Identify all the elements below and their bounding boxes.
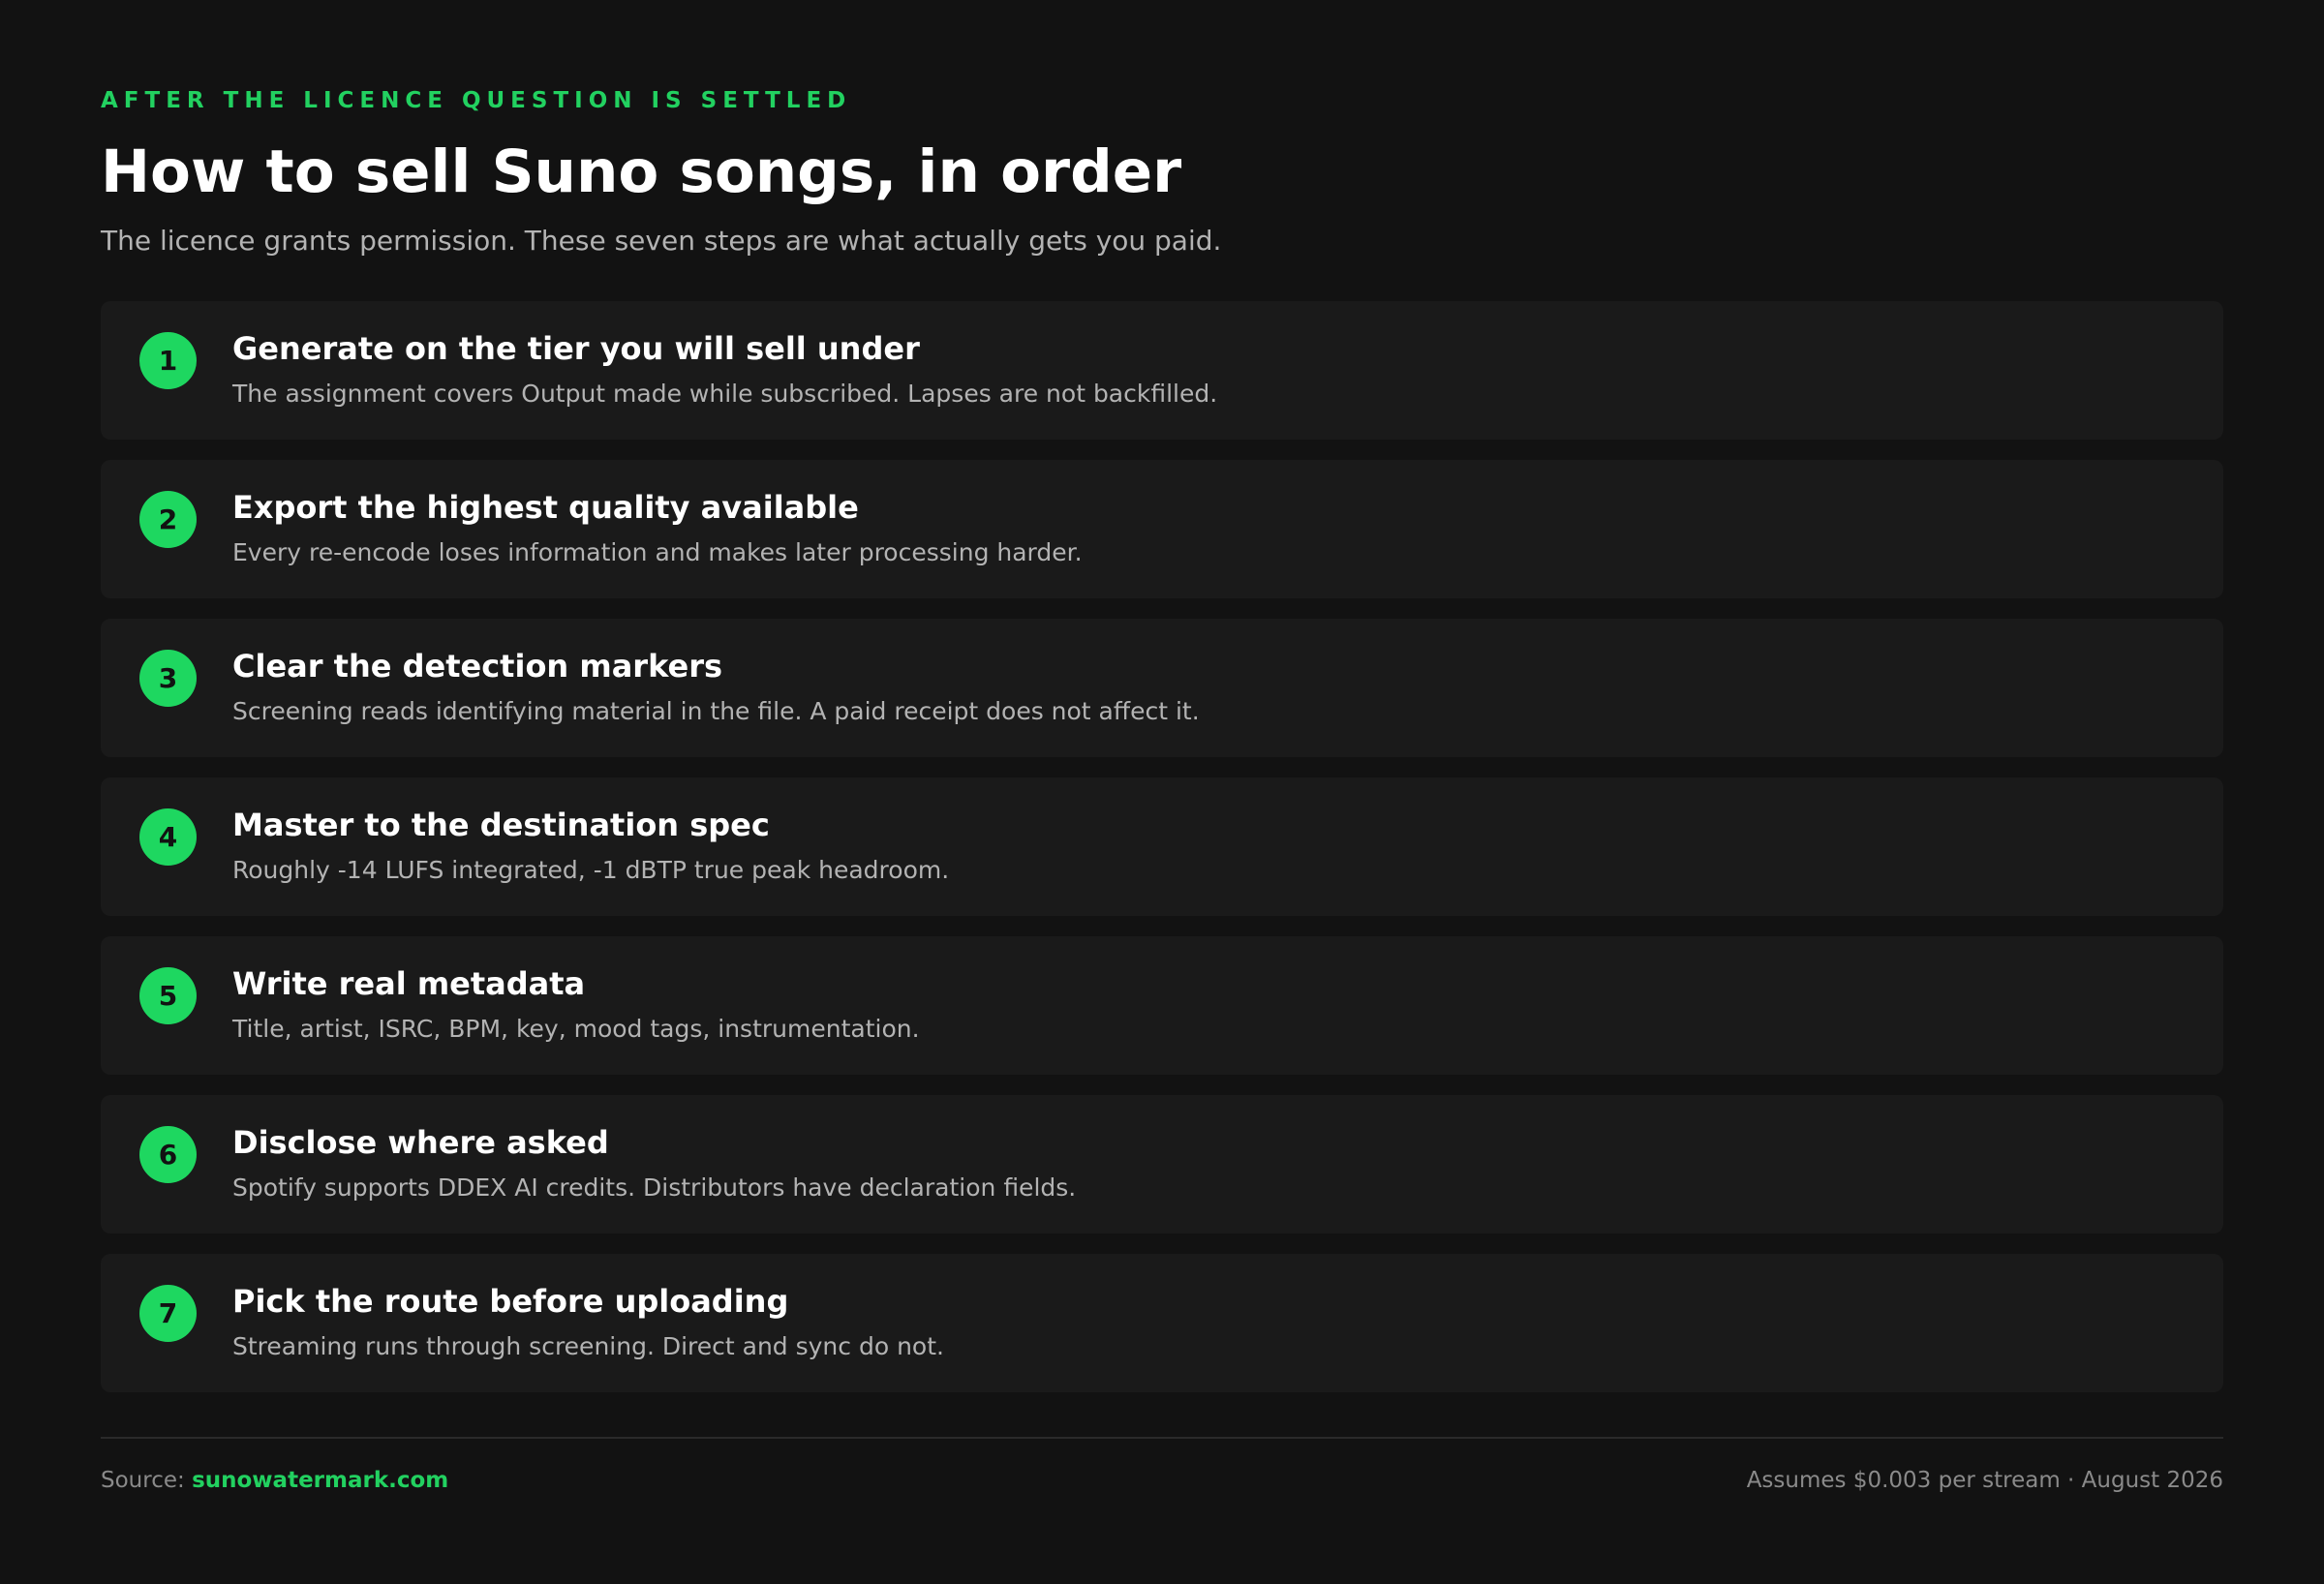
- step-description: Roughly -14 LUFS integrated, -1 dBTP tru…: [232, 856, 950, 884]
- step-number-badge: 5: [139, 967, 197, 1024]
- step-title: Clear the detection markers: [232, 648, 723, 685]
- step-card: 5 Write real metadata Title, artist, ISR…: [101, 936, 2223, 1075]
- page-title: How to sell Suno songs, in order: [101, 137, 1182, 206]
- step-title: Export the highest quality available: [232, 489, 859, 526]
- page: AFTER THE LICENCE QUESTION IS SETTLED Ho…: [0, 0, 2324, 1584]
- step-title: Master to the destination spec: [232, 807, 770, 843]
- footer-divider: [101, 1437, 2223, 1439]
- step-card: 3 Clear the detection markers Screening …: [101, 619, 2223, 757]
- step-card: 6 Disclose where asked Spotify supports …: [101, 1095, 2223, 1234]
- step-number-badge: 2: [139, 491, 197, 548]
- step-card: 1 Generate on the tier you will sell und…: [101, 301, 2223, 440]
- page-subtitle: The licence grants permission. These sev…: [101, 225, 1222, 257]
- kicker: AFTER THE LICENCE QUESTION IS SETTLED: [101, 88, 852, 113]
- step-title: Generate on the tier you will sell under: [232, 330, 920, 367]
- step-number-badge: 3: [139, 650, 197, 707]
- step-description: Title, artist, ISRC, BPM, key, mood tags…: [232, 1015, 920, 1043]
- footer-note: Assumes $0.003 per stream · August 2026: [1746, 1468, 2223, 1493]
- step-number-badge: 4: [139, 808, 197, 866]
- step-number-badge: 1: [139, 332, 197, 389]
- step-card: 4 Master to the destination spec Roughly…: [101, 777, 2223, 916]
- step-title: Write real metadata: [232, 965, 586, 1002]
- step-title: Disclose where asked: [232, 1124, 609, 1161]
- step-title: Pick the route before uploading: [232, 1283, 789, 1320]
- footer: Source: sunowatermark.com Assumes $0.003…: [101, 1466, 2223, 1495]
- source-link[interactable]: sunowatermark.com: [192, 1468, 448, 1493]
- step-number-badge: 6: [139, 1126, 197, 1183]
- step-description: Every re-encode loses information and ma…: [232, 538, 1083, 566]
- step-description: Streaming runs through screening. Direct…: [232, 1332, 944, 1360]
- step-description: Spotify supports DDEX AI credits. Distri…: [232, 1173, 1077, 1202]
- step-description: The assignment covers Output made while …: [232, 380, 1218, 408]
- source-credit: Source: sunowatermark.com: [101, 1466, 448, 1495]
- steps-list: 1 Generate on the tier you will sell und…: [101, 301, 2223, 1392]
- source-label: Source:: [101, 1468, 185, 1493]
- step-number-badge: 7: [139, 1285, 197, 1342]
- step-card: 7 Pick the route before uploading Stream…: [101, 1254, 2223, 1392]
- step-description: Screening reads identifying material in …: [232, 697, 1200, 725]
- step-card: 2 Export the highest quality available E…: [101, 460, 2223, 598]
